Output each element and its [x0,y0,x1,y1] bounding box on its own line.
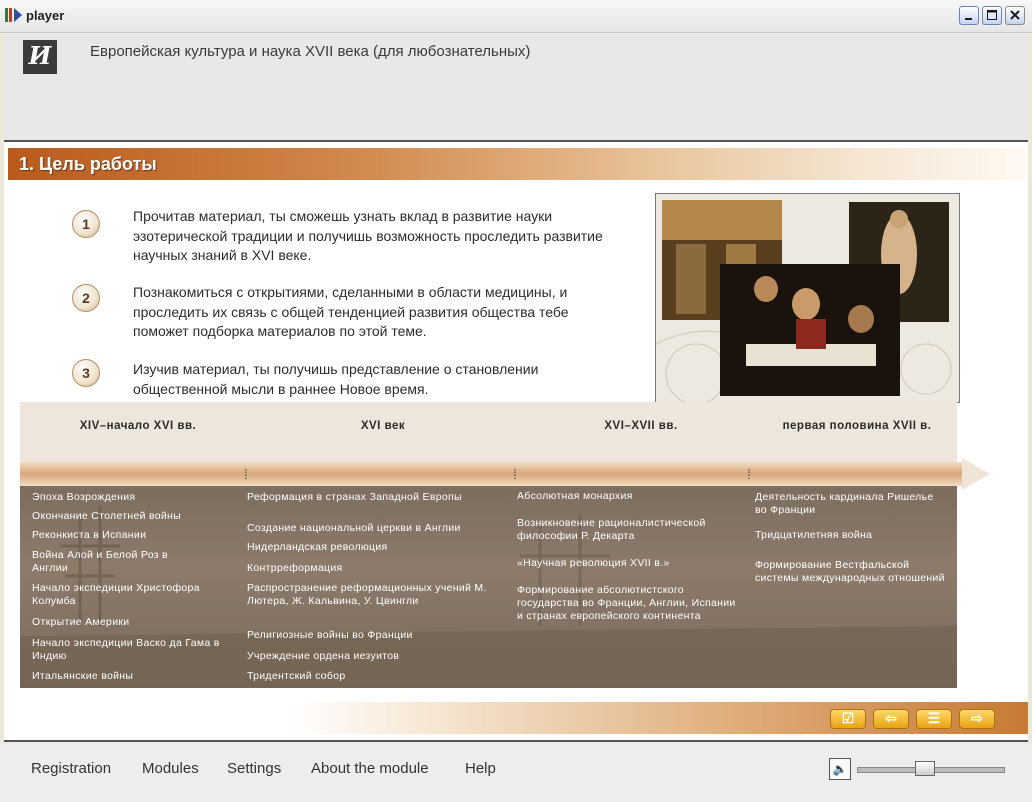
section-title: 1. Цель работы [19,154,157,174]
timeline-events-panel: Эпоха Возрождения Окончание Столетней во… [20,486,957,688]
minimize-icon [965,18,972,20]
previous-button[interactable]: ⇦ [873,709,909,729]
window-title-bar[interactable] [0,0,1032,33]
timeline-tick-1: ⁞ [244,466,248,482]
timeline-tick-3: ⁞ [747,466,751,482]
event-item: Тридентский собор [247,670,346,682]
timeline-arrow-icon [962,458,990,490]
goal-text-1: Прочитав материал, ты сможешь узнать вкл… [133,208,603,263]
check-button[interactable]: ☑ [830,709,866,729]
event-item: Реформация в странах Западной Европы [247,491,462,503]
menu-about-module[interactable]: About the module [311,760,429,777]
close-button[interactable] [1005,6,1025,25]
event-item: Возникновение рационалистической философ… [517,517,706,542]
event-item: Абсолютная монархия [517,490,633,502]
event-item: Формирование абсолютистского государства… [517,584,736,622]
volume-slider-thumb[interactable] [915,761,935,776]
timeline-period-3: XVI–XVII вв. [604,420,678,432]
goal-text-3: Изучив материал, ты получишь представлен… [133,361,539,397]
painting-collage-image [656,194,959,402]
event-item: Формирование Вестфальской системы междун… [755,559,945,584]
section-header-band [8,148,1028,180]
check-icon: ☑ [841,710,855,726]
menu-registration[interactable]: Registration [31,760,111,777]
arrow-left-icon: ⇦ [885,710,897,726]
speaker-icon[interactable]: 🔈 [829,758,851,780]
goal-number-1: 1 [72,210,100,238]
event-item: Реконкиста в Испании [32,529,147,541]
event-item: Эпоха Возрождения [32,491,136,503]
event-item: Религиозные войны во Франции [247,629,413,641]
painting-collage [655,193,960,403]
next-button[interactable]: ⇨ [959,709,995,729]
event-item: «Научная революция XVII в.» [517,557,670,569]
menu-modules[interactable]: Modules [142,760,199,777]
window-title: player [26,8,65,23]
timeline-period-2: XVI век [360,420,406,432]
event-item: Распространение реформационных учений М.… [247,582,487,607]
timeline-header [20,402,957,462]
event-item: Открытие Америки [32,616,130,628]
goal-number-2: 2 [72,284,100,312]
logo: И [23,40,57,74]
menu-help[interactable]: Help [465,760,496,777]
maximize-icon [987,10,997,20]
event-item: Создание национальной церкви в Англии [247,522,461,534]
event-item: Итальянские войны [32,670,134,682]
minimize-button[interactable] [959,6,979,25]
arrow-right-icon: ⇨ [971,710,983,726]
timeline-bar [20,462,967,486]
timeline-period-1: XIV–начало XVI вв. [79,420,197,432]
event-item: Нидерландская революция [247,541,388,553]
goal-number-3: 3 [72,359,100,387]
app-icon [5,8,22,22]
event-item: Деятельность кардинала Ришелье во Франци… [755,491,934,516]
contents-button[interactable]: ☰ [916,709,952,729]
timeline-tick-2: ⁞ [513,466,517,482]
menu-settings[interactable]: Settings [227,760,281,777]
maximize-button[interactable] [982,6,1002,25]
timeline-period-4: первая половина XVII в. [782,420,932,432]
event-item: Начало экспедиции Христофора Колумба [32,582,200,607]
event-item: Окончание Столетней войны [32,510,181,522]
event-item: Контрреформация [247,562,343,574]
course-title: Европейская культура и наука XVII века (… [90,43,531,60]
goal-text-2: Познакомиться с открытиями, сделанными в… [133,284,569,339]
event-item: Тридцатилетняя война [755,529,873,541]
event-item: Учреждение ордена иезуитов [247,650,400,662]
event-item: Начало экспедиции Васко да Гама в Индию [32,637,220,662]
close-icon [1010,10,1020,20]
event-item: Война Алой и Белой Роз в Англии [32,549,168,574]
list-icon: ☰ [927,710,941,726]
